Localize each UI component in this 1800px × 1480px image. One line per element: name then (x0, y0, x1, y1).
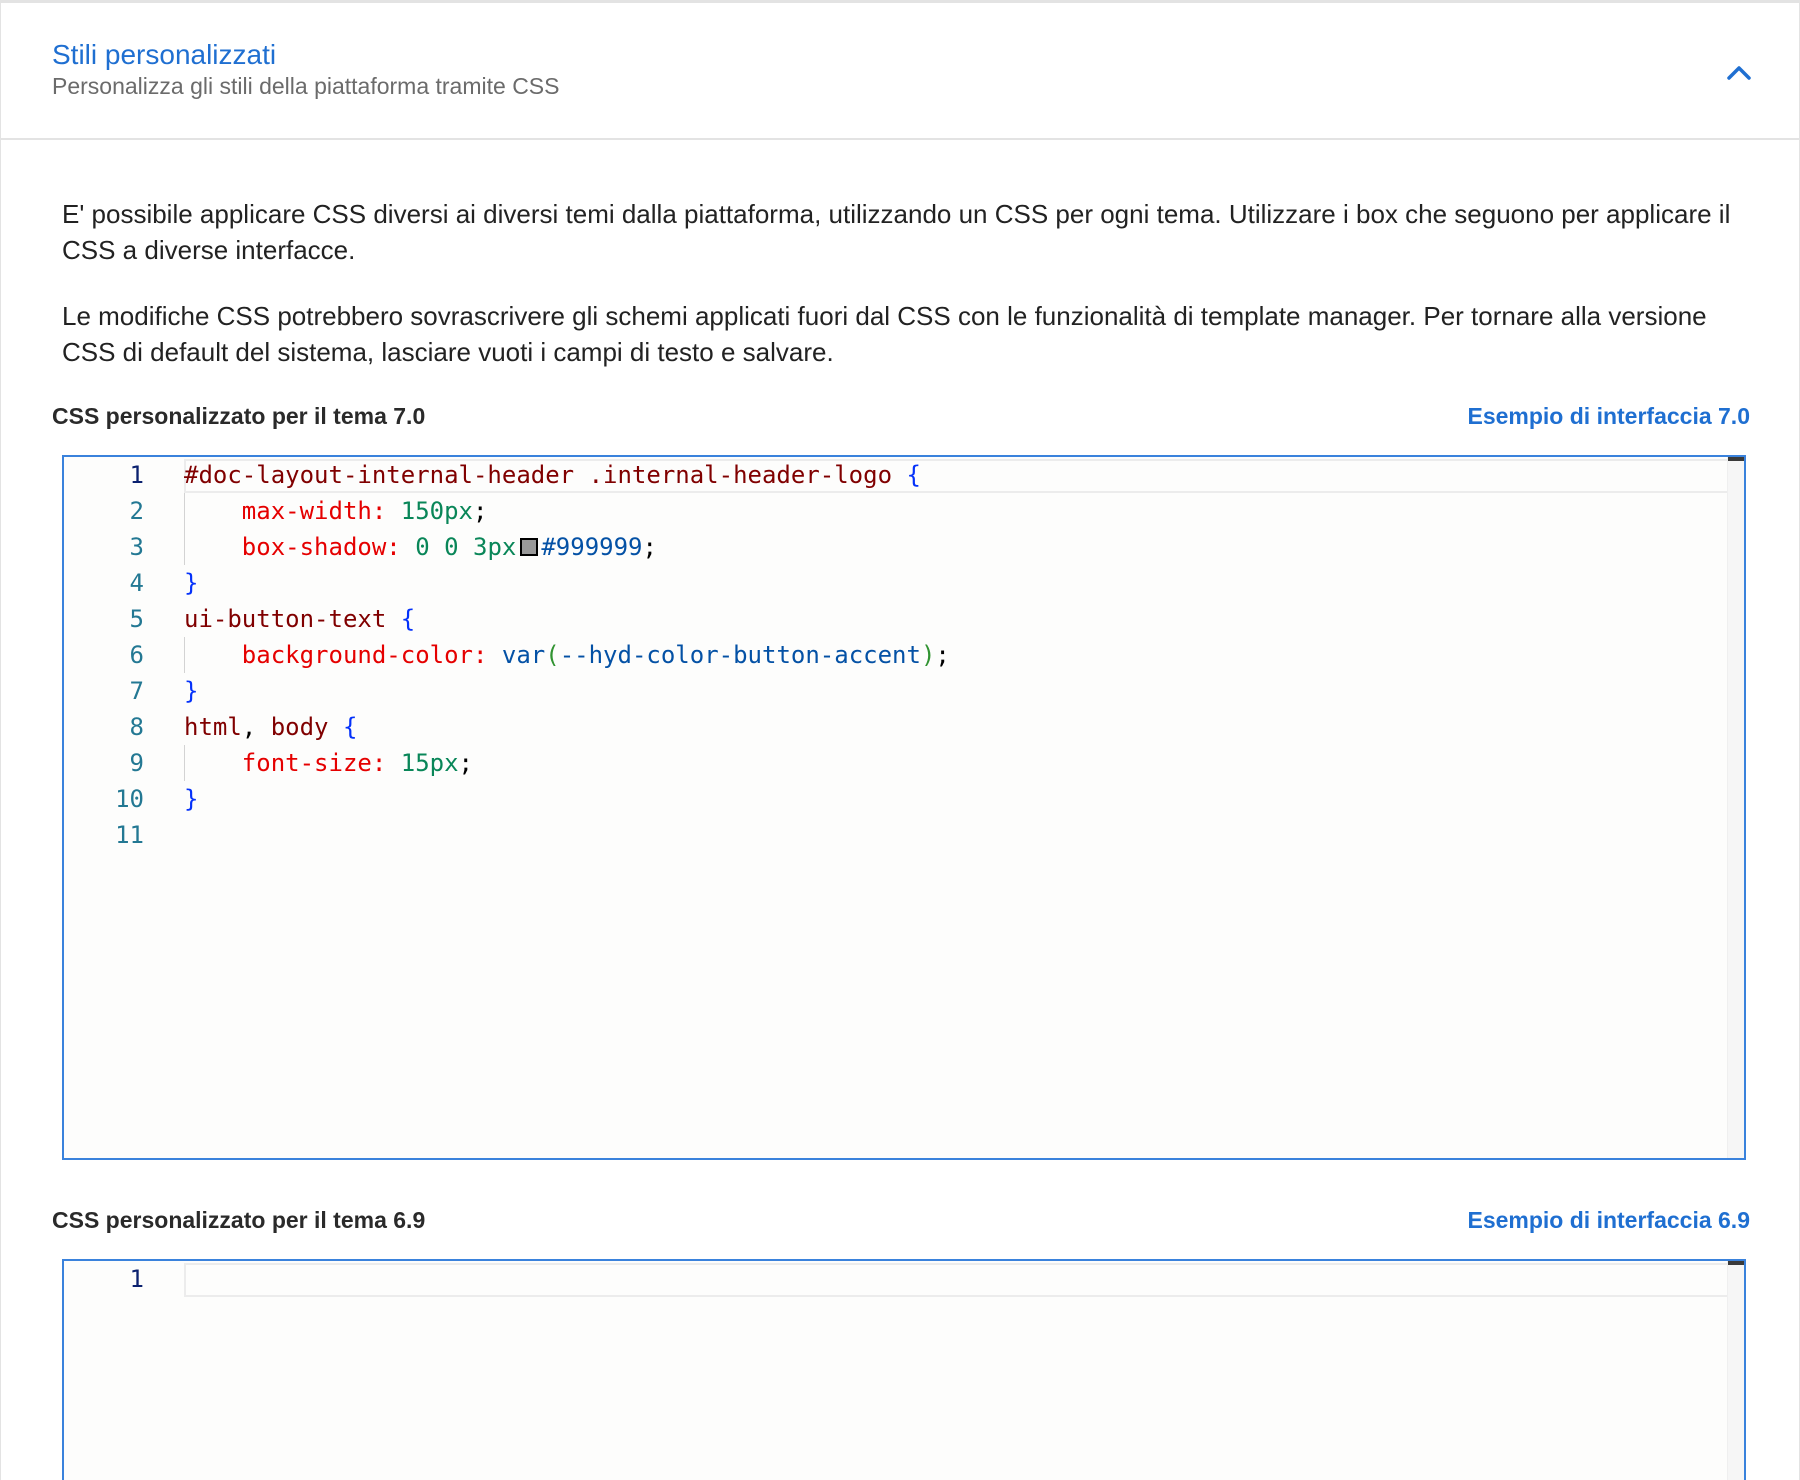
brace: } (184, 677, 199, 705)
css-value: 15px (400, 749, 459, 777)
brace: { (400, 605, 416, 633)
example-interface-7-0-link[interactable]: Esempio di interfaccia 7.0 (1467, 401, 1750, 431)
code-line: #doc-layout-internal-header .internal-he… (184, 457, 921, 493)
css-editor-theme-6-9[interactable]: 1 (62, 1259, 1746, 1480)
line-number: 5 (129, 605, 144, 633)
css-value: 0 0 3px (415, 533, 517, 561)
code-line: } (184, 565, 198, 601)
line-number: 1 (129, 1265, 144, 1293)
section-label-theme-7-0: CSS personalizzato per il tema 7.0 (52, 403, 426, 429)
code-area[interactable] (184, 1261, 1744, 1480)
css-property: max-width: (241, 497, 387, 525)
scrollbar-marker (1728, 1261, 1744, 1265)
code-line: } (184, 781, 198, 817)
line-number: 6 (129, 641, 144, 669)
code-area[interactable]: #doc-layout-internal-header .internal-he… (184, 457, 1744, 1158)
css-selector: #doc-layout-internal-header .internal-he… (184, 461, 893, 489)
comma: , (241, 713, 257, 741)
code-line: max-width: 150px; (184, 493, 488, 529)
css-function: var (501, 641, 546, 669)
code-line: box-shadow: 0 0 3px #999999; (184, 529, 657, 565)
code-line: ui-button-text { (184, 601, 415, 637)
css-selector: html (184, 713, 242, 741)
custom-styles-panel: Stili personalizzati Personalizza gli st… (0, 0, 1800, 1480)
brace: { (906, 461, 921, 489)
css-property: font-size: (241, 749, 387, 777)
line-number: 1 (129, 461, 144, 489)
line-number: 10 (115, 785, 144, 813)
css-color-value: #999999 (541, 533, 643, 561)
code-line: font-size: 15px; (184, 745, 473, 781)
code-line: html, body { (184, 709, 357, 745)
description-paragraph-2: Le modifiche CSS potrebbero sovrascriver… (62, 301, 1707, 367)
panel-title: Stili personalizzati (52, 39, 277, 70)
chevron-up-icon (1727, 66, 1751, 80)
line-number: 11 (115, 821, 144, 849)
paren: ( (545, 641, 560, 669)
color-swatch[interactable] (520, 538, 539, 556)
description-paragraph-1: E' possibile applicare CSS diversi ai di… (62, 199, 1731, 265)
css-selector: body (270, 713, 329, 741)
css-value: 150px (400, 497, 473, 525)
semicolon: ; (642, 533, 657, 561)
brace: } (184, 785, 199, 813)
line-number: 9 (129, 749, 144, 777)
current-line-highlight (184, 1263, 1744, 1297)
css-property: background-color: (241, 641, 488, 669)
panel-header[interactable]: Stili personalizzati Personalizza gli st… (1, 3, 1799, 140)
brace: } (184, 569, 199, 597)
example-interface-6-9-link[interactable]: Esempio di interfaccia 6.9 (1467, 1205, 1750, 1235)
semicolon: ; (458, 749, 473, 777)
editor-scrollbar[interactable] (1727, 1261, 1744, 1480)
editor-scrollbar[interactable] (1727, 457, 1744, 1158)
scrollbar-marker (1728, 457, 1744, 461)
line-number: 4 (129, 569, 144, 597)
line-number-gutter: 1 (64, 1261, 144, 1480)
line-number: 8 (129, 713, 144, 741)
css-editor-theme-7-0[interactable]: 1 2 3 4 5 6 7 8 9 10 11 #doc-layout-inte… (62, 455, 1746, 1160)
brace: { (342, 713, 358, 741)
line-number-gutter: 1 2 3 4 5 6 7 8 9 10 11 (64, 457, 144, 1158)
line-number: 3 (129, 533, 144, 561)
panel-subtitle: Personalizza gli stili della piattaforma… (52, 73, 560, 99)
line-number: 2 (129, 497, 144, 525)
section-label-theme-6-9: CSS personalizzato per il tema 6.9 (52, 1207, 426, 1233)
line-number: 7 (129, 677, 144, 705)
collapse-button[interactable] (1719, 53, 1759, 93)
paren: ) (920, 641, 936, 669)
code-line: } (184, 673, 198, 709)
semicolon: ; (935, 641, 950, 669)
css-variable: --hyd-color-button-accent (559, 641, 921, 669)
semicolon: ; (473, 497, 488, 525)
css-property: box-shadow: (241, 533, 401, 561)
css-selector: ui-button-text (184, 605, 387, 633)
code-line: background-color: var(--hyd-color-button… (184, 637, 950, 673)
